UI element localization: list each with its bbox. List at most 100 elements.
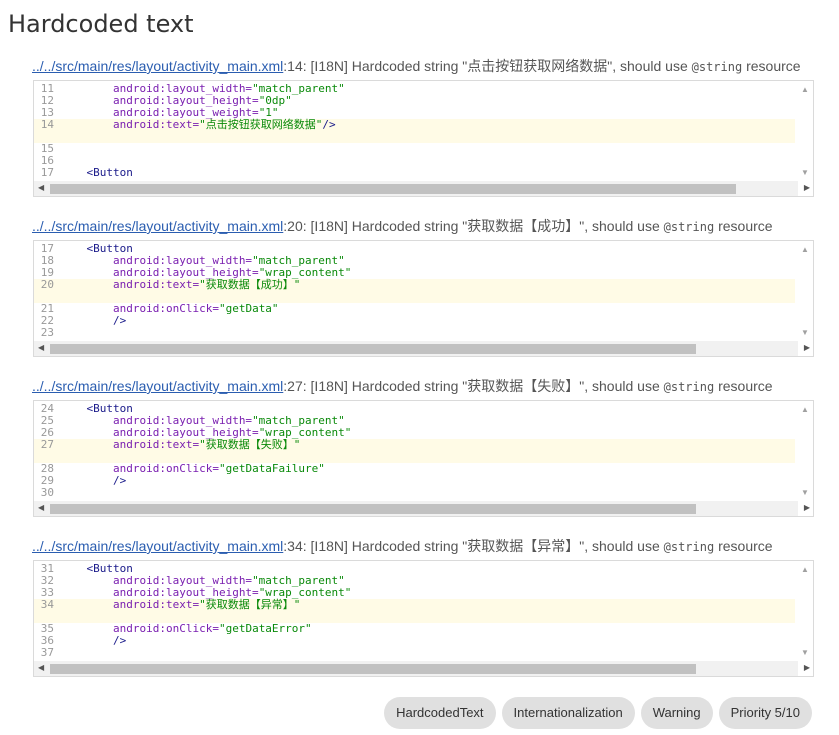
chip-priority[interactable]: Priority 5/10 (718, 697, 812, 729)
line-number-gutter: 20 (40, 278, 54, 291)
scroll-up-arrow-icon[interactable]: ▲ (801, 85, 809, 94)
code-string: "获取数据【异常】" (199, 598, 301, 611)
line-number-gutter: 34 (40, 598, 54, 611)
tag-chips: HardcodedText Internationalization Warni… (384, 697, 812, 729)
code-line: 15 (34, 143, 795, 155)
scroll-down-arrow-icon[interactable]: ▼ (801, 328, 809, 337)
code-line: 17 <Button (34, 167, 795, 179)
code-attribute: android:text= (112, 278, 200, 291)
code-line-highlighted: 34 android:text="获取数据【异常】" (34, 599, 795, 611)
scrollbar-thumb[interactable] (50, 664, 696, 674)
line-number-gutter: 14 (40, 118, 54, 131)
scrollbar-thumb[interactable] (50, 504, 696, 514)
scrollbar-thumb[interactable] (50, 184, 736, 194)
code-snippet[interactable]: 24 <Button 25 android:layout_width="match… (33, 400, 814, 517)
code-attribute: android:onClick= (112, 622, 219, 635)
code-lines: 17 <Button 18 android:layout_width="match… (34, 243, 795, 339)
issue-message-end: resource (742, 58, 801, 74)
scroll-down-arrow-icon[interactable]: ▼ (801, 488, 809, 497)
issue-message: [I18N] Hardcoded string "获取数据【异常】", shou… (306, 538, 664, 554)
vertical-scrollbar[interactable]: ▲ ▼ (798, 81, 813, 181)
code-line: 22 /> (34, 315, 795, 327)
code-attribute: android:onClick= (112, 302, 219, 315)
scroll-left-arrow-icon[interactable]: ◀ (38, 343, 44, 352)
code-lines: 24 <Button 25 android:layout_width="match… (34, 403, 795, 499)
code-line (34, 131, 795, 143)
code-string: "点击按钮获取网络数据" (199, 118, 323, 131)
line-number: :34: (283, 538, 307, 554)
horizontal-scrollbar[interactable]: ◀ ▶ (34, 181, 810, 196)
line-number: :27: (283, 378, 307, 394)
code-string: "获取数据【成功】" (199, 278, 301, 291)
code-tag: /> (112, 474, 127, 487)
code-line: 23 (34, 327, 795, 339)
issue-message: [I18N] Hardcoded string "获取数据【失败】", shou… (306, 378, 664, 394)
vertical-scrollbar[interactable]: ▲ ▼ (798, 241, 813, 341)
code-attribute: android:onClick= (112, 462, 219, 475)
string-keyword: @string (663, 540, 715, 554)
scrollbar-thumb[interactable] (50, 344, 696, 354)
horizontal-scrollbar[interactable]: ◀ ▶ (34, 501, 810, 516)
code-line: 16 (34, 155, 795, 167)
scroll-left-arrow-icon[interactable]: ◀ (38, 663, 44, 672)
code-lines: 31 <Button 32 android:layout_width="match… (34, 563, 795, 659)
scroll-right-arrow-icon[interactable]: ▶ (804, 183, 810, 192)
code-line: 37 (34, 647, 795, 659)
issue-message-end: resource (714, 218, 773, 234)
scroll-up-arrow-icon[interactable]: ▲ (801, 245, 809, 254)
file-link[interactable]: ../../src/main/res/layout/activity_main.… (32, 378, 283, 394)
code-snippet[interactable]: 11 android:layout_width="match_parent" 12… (33, 80, 814, 197)
code-attribute: android:text= (112, 598, 200, 611)
vertical-scrollbar[interactable]: ▲ ▼ (798, 401, 813, 501)
line-number-gutter: 23 (40, 326, 54, 339)
scroll-down-arrow-icon[interactable]: ▼ (801, 648, 809, 657)
issue-location: ../../src/main/res/layout/activity_main.… (32, 536, 773, 554)
code-snippet[interactable]: 31 <Button 32 android:layout_width="match… (33, 560, 814, 677)
line-number-gutter: 27 (40, 438, 54, 451)
scroll-left-arrow-icon[interactable]: ◀ (38, 183, 44, 192)
chip-hardcodedtext[interactable]: HardcodedText (384, 697, 496, 729)
issue-message: [I18N] Hardcoded string "获取数据【成功】", shou… (306, 218, 664, 234)
code-line: 29 /> (34, 475, 795, 487)
issue-message: [I18N] Hardcoded string "点击按钮获取网络数据", sh… (306, 58, 692, 74)
chip-warning[interactable]: Warning (640, 697, 713, 729)
file-link[interactable]: ../../src/main/res/layout/activity_main.… (32, 218, 283, 234)
file-link[interactable]: ../../src/main/res/layout/activity_main.… (32, 538, 283, 554)
code-line: 35 android:onClick="getDataError" (34, 623, 795, 635)
line-number-gutter: 30 (40, 486, 54, 499)
code-snippet[interactable]: 17 <Button 18 android:layout_width="match… (33, 240, 814, 357)
code-string: "getDataFailure" (218, 462, 325, 475)
code-attribute: android:text= (112, 438, 200, 451)
file-link[interactable]: ../../src/main/res/layout/activity_main.… (32, 58, 283, 74)
vertical-scrollbar[interactable]: ▲ ▼ (798, 561, 813, 661)
code-tag: /> (112, 634, 127, 647)
horizontal-scrollbar[interactable]: ◀ ▶ (34, 661, 810, 676)
code-string: "获取数据【失败】" (199, 438, 301, 451)
scroll-right-arrow-icon[interactable]: ▶ (804, 663, 810, 672)
scroll-right-arrow-icon[interactable]: ▶ (804, 503, 810, 512)
scroll-up-arrow-icon[interactable]: ▲ (801, 565, 809, 574)
code-lines: 11 android:layout_width="match_parent" 12… (34, 83, 795, 179)
code-line: 36 /> (34, 635, 795, 647)
code-tag: <Button (86, 166, 133, 179)
issue-location: ../../src/main/res/layout/activity_main.… (32, 56, 801, 74)
scroll-right-arrow-icon[interactable]: ▶ (804, 343, 810, 352)
code-tag: /> (322, 118, 336, 131)
scroll-down-arrow-icon[interactable]: ▼ (801, 168, 809, 177)
horizontal-scrollbar[interactable]: ◀ ▶ (34, 341, 810, 356)
page-title: Hardcoded text (8, 10, 194, 38)
issue-location: ../../src/main/res/layout/activity_main.… (32, 216, 773, 234)
chip-internationalization[interactable]: Internationalization (501, 697, 635, 729)
issue-location: ../../src/main/res/layout/activity_main.… (32, 376, 773, 394)
line-number-gutter: 37 (40, 646, 54, 659)
scroll-up-arrow-icon[interactable]: ▲ (801, 405, 809, 414)
string-keyword: @string (663, 380, 715, 394)
scroll-left-arrow-icon[interactable]: ◀ (38, 503, 44, 512)
